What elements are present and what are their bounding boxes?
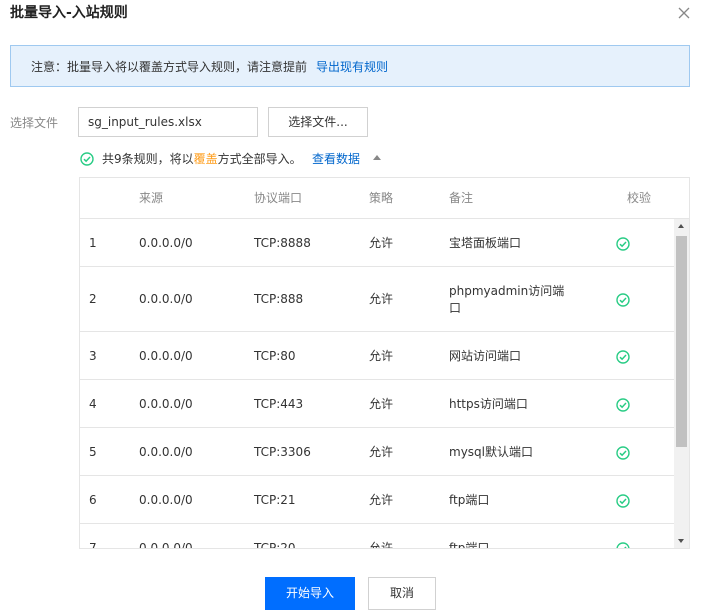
row-index: 2 (89, 292, 97, 306)
row-port: TCP:443 (254, 397, 304, 411)
import-summary: 共9条规则，将以覆盖方式全部导入。 (102, 151, 302, 167)
file-name-field[interactable]: sg_input_rules.xlsx (78, 107, 258, 137)
row-note: 网站访问端口 (449, 349, 522, 363)
table-row: 2 0.0.0.0/0 TCP:888 允许 phpmyadmin访问端 口 (80, 267, 674, 332)
table-row: 3 0.0.0.0/0 TCP:80 允许 网站访问端口 (80, 332, 674, 380)
view-data-link[interactable]: 查看数据 (312, 151, 360, 167)
row-note: ftp端口 (449, 541, 490, 549)
row-note-line2: 口 (449, 301, 462, 315)
header-source: 来源 (139, 191, 164, 205)
row-policy: 允许 (369, 292, 394, 306)
row-policy: 允许 (369, 445, 394, 459)
row-index: 3 (89, 349, 97, 363)
table-row: 4 0.0.0.0/0 TCP:443 允许 https访问端口 (80, 380, 674, 428)
row-index: 6 (89, 493, 97, 507)
table-row: 6 0.0.0.0/0 TCP:21 允许 ftp端口 (80, 476, 674, 524)
import-rules-dialog: 批量导入-入站规则 注意：批量导入将以覆盖方式导入规则，请注意提前 导出现有规则… (0, 0, 704, 616)
row-index: 1 (89, 236, 97, 250)
table-header: 来源 协议端口 策略 备注 校验 (80, 178, 689, 219)
row-index: 7 (89, 541, 97, 549)
check-circle-icon (80, 152, 94, 166)
check-circle-icon (616, 237, 630, 251)
row-note: https访问端口 (449, 397, 528, 411)
row-port: TCP:21 (254, 493, 296, 507)
row-port: TCP:80 (254, 349, 296, 363)
summary-text-before: 共9条规则，将以 (102, 152, 194, 166)
summary-highlight: 覆盖 (193, 152, 218, 166)
header-policy: 策略 (369, 191, 394, 205)
header-validation: 校验 (627, 191, 652, 205)
row-index: 5 (89, 445, 97, 459)
row-policy: 允许 (369, 349, 394, 363)
header-port: 协议端口 (254, 191, 303, 205)
header-note: 备注 (449, 191, 474, 205)
check-circle-icon (616, 446, 630, 460)
row-index: 4 (89, 397, 97, 411)
row-source: 0.0.0.0/0 (139, 349, 193, 363)
row-source: 0.0.0.0/0 (139, 445, 193, 459)
row-port: TCP:8888 (254, 236, 311, 250)
check-circle-icon (616, 494, 630, 508)
row-port: TCP:20 (254, 541, 296, 549)
file-label: 选择文件 (10, 116, 59, 130)
table-row: 1 0.0.0.0/0 TCP:8888 允许 宝塔面板端口 (80, 219, 674, 267)
choose-file-button[interactable]: 选择文件... (268, 107, 368, 137)
check-circle-icon (616, 398, 630, 412)
row-policy: 允许 (369, 397, 394, 411)
table-row: 7 0.0.0.0/0 TCP:20 允许 ftp端口 (80, 524, 674, 549)
row-source: 0.0.0.0/0 (139, 541, 193, 549)
close-icon[interactable] (676, 5, 692, 21)
scrollbar-thumb[interactable] (676, 236, 687, 447)
dialog-title: 批量导入-入站规则 (10, 5, 128, 21)
row-port: TCP:888 (254, 292, 304, 306)
row-policy: 允许 (369, 493, 394, 507)
check-circle-icon (616, 350, 630, 364)
table-row: 5 0.0.0.0/0 TCP:3306 允许 mysql默认端口 (80, 428, 674, 476)
notice-text: 注意：批量导入将以覆盖方式导入规则，请注意提前 (31, 60, 308, 74)
check-circle-icon (616, 293, 630, 307)
row-note: mysql默认端口 (449, 445, 533, 459)
start-import-button[interactable]: 开始导入 (265, 577, 355, 610)
row-source: 0.0.0.0/0 (139, 493, 193, 507)
summary-text-after: 方式全部导入。 (217, 152, 302, 166)
row-port: TCP:3306 (254, 445, 311, 459)
row-note: ftp端口 (449, 493, 490, 507)
table-scrollbar[interactable] (674, 219, 689, 548)
scroll-up-arrow-icon[interactable] (678, 224, 684, 228)
rules-table: 来源 协议端口 策略 备注 校验 1 0.0.0.0/0 TCP:8888 允许… (79, 177, 690, 549)
export-rules-link[interactable]: 导出现有规则 (316, 59, 388, 75)
check-circle-icon (616, 542, 630, 548)
caret-up-icon[interactable] (373, 155, 381, 160)
scroll-down-arrow-icon[interactable] (678, 539, 684, 543)
row-source: 0.0.0.0/0 (139, 236, 193, 250)
row-policy: 允许 (369, 236, 394, 250)
row-source: 0.0.0.0/0 (139, 292, 193, 306)
row-source: 0.0.0.0/0 (139, 397, 193, 411)
notice-banner: 注意：批量导入将以覆盖方式导入规则，请注意提前 导出现有规则 (10, 45, 690, 87)
row-policy: 允许 (369, 541, 394, 549)
cancel-button[interactable]: 取消 (368, 577, 436, 610)
row-note: 宝塔面板端口 (449, 236, 522, 250)
row-note-line1: phpmyadmin访问端 (449, 284, 565, 298)
